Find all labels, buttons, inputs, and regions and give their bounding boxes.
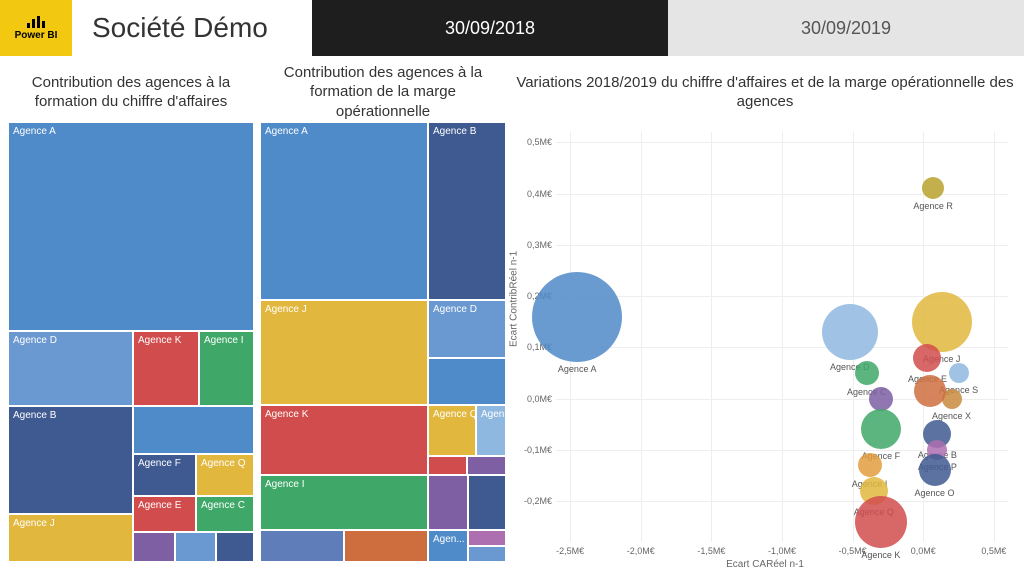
bubble[interactable] [912,292,972,352]
bar-icon [27,16,45,28]
bubble[interactable] [919,454,951,486]
treemap-cell[interactable] [260,530,344,562]
treemap-cell[interactable] [428,475,468,530]
bubble[interactable] [858,453,882,477]
treemap-cell[interactable]: Agence J [260,300,428,405]
page-title: Société Démo [72,0,312,56]
y-tick: 0,4M€ [510,189,552,199]
bubble[interactable] [914,375,946,407]
bubble-label: Agence R [913,201,953,211]
x-tick: -0,5M€ [839,546,867,556]
treemap-cell[interactable]: Agence Q [196,454,254,496]
y-tick: -0,2M€ [510,496,552,506]
logo-text: Power BI [15,30,58,41]
treemap-cell[interactable]: Agence F [133,454,196,496]
treemap-cell[interactable] [468,475,506,530]
chart3-title: Variations 2018/2019 du chiffre d'affair… [514,73,1016,112]
treemap-cell[interactable]: Agen... [428,530,468,562]
x-tick: -2,0M€ [627,546,655,556]
treemap-cell[interactable] [216,532,254,562]
date-tab-2019[interactable]: 30/09/2019 [668,0,1024,56]
y-tick: -0,1M€ [510,445,552,455]
bubble[interactable] [913,344,941,372]
treemap-cell[interactable]: Agence E [133,496,196,532]
bubble[interactable] [855,361,879,385]
bubble[interactable] [869,387,893,411]
bubble[interactable] [922,177,944,199]
bubble[interactable] [855,496,907,548]
chart1-column: Contribution des agences à la formation … [8,56,254,562]
date-tab-2018[interactable]: 30/09/2018 [312,0,668,56]
y-tick: 0,3M€ [510,240,552,250]
chart2-column: Contribution des agences à la formation … [260,56,506,562]
treemap-cell[interactable]: Agence I [199,331,254,406]
treemap-cell[interactable]: Agence D [428,300,506,358]
treemap-cell[interactable] [467,456,506,475]
treemap-cell[interactable] [133,532,175,562]
bubble-label: Agence A [558,364,597,374]
treemap-cell[interactable]: Agence I [260,475,428,530]
x-tick: 0,5M€ [981,546,1006,556]
bubble-label: Agence X [932,411,971,421]
treemap-cell[interactable]: Agence K [133,331,199,406]
chart1-title: Contribution des agences à la formation … [12,73,250,112]
y-tick: 0,0M€ [510,394,552,404]
plot-area: Agence AAgence RAgence DAgence JAgence E… [556,132,1008,542]
treemap-cell[interactable] [428,456,467,475]
treemap-cell[interactable]: Agence A [260,122,428,300]
treemap-cell[interactable] [468,546,506,562]
bubble[interactable] [949,363,969,383]
x-axis-label: Ecart CARéel n-1 [726,559,804,570]
x-tick: -1,5M€ [697,546,725,556]
bubble-label: Agence O [915,488,955,498]
treemap-cell[interactable]: Agence D [8,331,133,406]
treemap-cell[interactable] [468,530,506,546]
x-tick: 0,0M€ [911,546,936,556]
treemap-cell[interactable]: Agence C [196,496,254,532]
y-tick: 0,5M€ [510,137,552,147]
treemap-cell[interactable] [344,530,428,562]
x-tick: -2,5M€ [556,546,584,556]
bubble[interactable] [861,409,901,449]
powerbi-logo: Power BI [0,0,72,56]
treemap-cell[interactable]: Agence A [8,122,254,331]
bubble[interactable] [822,304,878,360]
header: Power BI Société Démo 30/09/2018 30/09/2… [0,0,1024,56]
treemap-marge[interactable]: Agence AAgence BAgence JAgence DAgence K… [260,122,506,562]
treemap-cell[interactable]: Agence J [8,514,133,562]
content: Contribution des agences à la formation … [0,56,1024,574]
x-tick: -1,0M€ [768,546,796,556]
treemap-cell[interactable]: Agence B [428,122,506,300]
treemap-cell[interactable] [175,532,216,562]
bubble[interactable] [532,272,622,362]
treemap-cell[interactable]: Agence B [8,406,133,514]
chart2-title: Contribution des agences à la formation … [264,63,502,122]
treemap-ca[interactable]: Agence AAgence DAgence KAgence I Agence B… [8,122,254,562]
scatter-variations[interactable]: Ecart ContribRéel n-1 0,5M€0,4M€0,3M€0,2… [510,122,1020,572]
treemap-cell[interactable] [428,358,506,405]
treemap-cell[interactable]: Agen... [476,405,506,456]
bubble-label: Agence K [861,550,900,560]
treemap-cell[interactable]: Agence K [260,405,428,475]
treemap-cell[interactable] [133,406,254,454]
treemap-cell[interactable]: Agence Q [428,405,476,456]
chart3-column: Variations 2018/2019 du chiffre d'affair… [510,56,1020,572]
